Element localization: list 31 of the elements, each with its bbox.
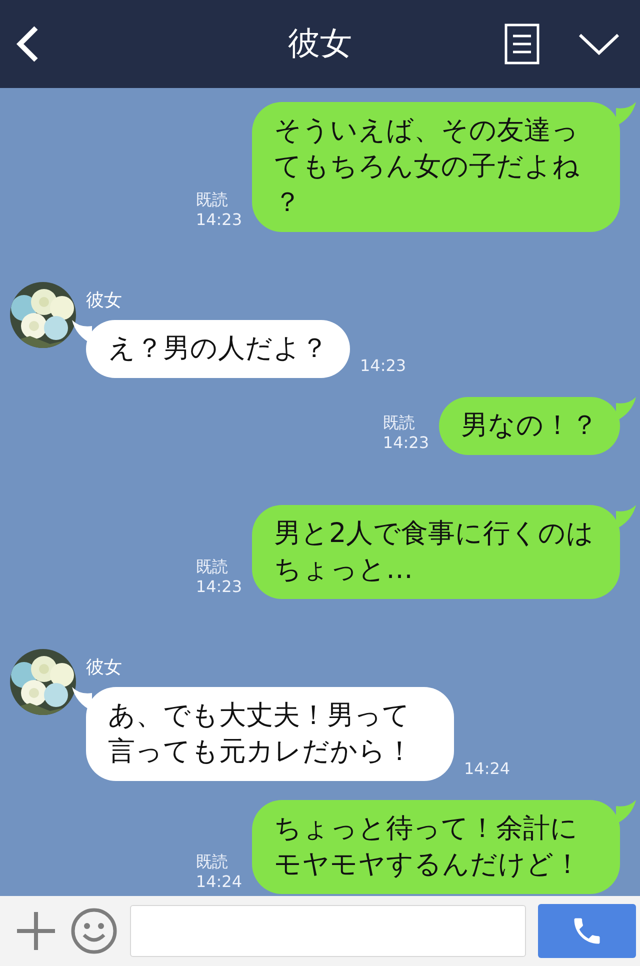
message-time: 14:24 <box>196 872 242 892</box>
sender-name: 彼女 <box>86 289 123 312</box>
message-bubble: え？男の人だよ？ <box>86 320 350 378</box>
message-bubble: そういえば、その友達ってもちろん女の子だよね？ <box>252 102 620 232</box>
message-bubble: ちょっと待って！余計にモヤモヤするんだけど！ <box>252 800 620 894</box>
message-time: 14:24 <box>464 759 510 779</box>
message-bubble: あ、でも大丈夫！男って言っても元カレだから！ <box>86 687 454 781</box>
message-bubble: 男なの！？ <box>439 397 620 455</box>
call-button[interactable] <box>538 904 636 958</box>
sender-name: 彼女 <box>86 656 123 679</box>
read-receipt: 既読 <box>196 852 229 872</box>
bubble-tail <box>616 102 636 126</box>
message-bubble: 男と2人で食事に行くのはちょっと… <box>252 505 620 599</box>
bubble-tail <box>616 800 636 824</box>
chevron-down-icon[interactable] <box>578 32 620 56</box>
bubble-tail <box>616 505 636 529</box>
read-receipt: 既読 <box>196 190 229 210</box>
read-receipt: 既読 <box>196 557 229 577</box>
plus-icon[interactable] <box>14 909 58 953</box>
message-time: 14:23 <box>196 210 242 230</box>
menu-icon[interactable] <box>504 23 540 65</box>
bubble-tail <box>72 687 92 711</box>
chat-title: 彼女 <box>288 23 352 64</box>
bubble-tail <box>72 320 92 344</box>
bubble-tail <box>616 397 636 421</box>
message-time: 14:23 <box>382 433 429 453</box>
smiley-icon[interactable] <box>70 907 118 955</box>
read-receipt: 既読 <box>382 413 416 433</box>
message-time: 14:23 <box>360 356 406 376</box>
message-input[interactable] <box>130 905 526 957</box>
message-time: 14:23 <box>196 577 242 597</box>
